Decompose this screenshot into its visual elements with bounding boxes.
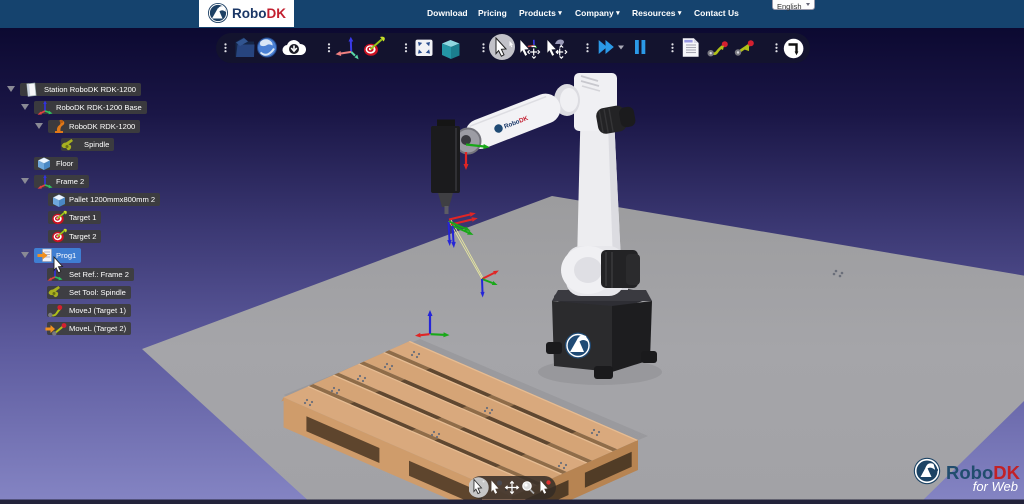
svg-text:RoboDK: RoboDK [232, 6, 286, 21]
svg-text:for Web: for Web [973, 479, 1018, 493]
